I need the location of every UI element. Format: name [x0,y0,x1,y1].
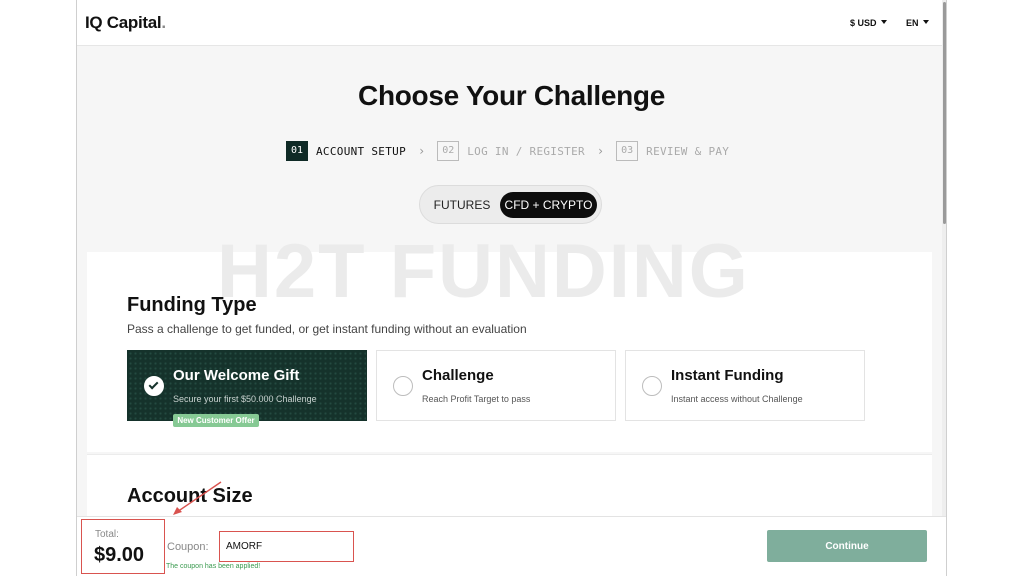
page-title: Choose Your Challenge [358,80,665,111]
step-1-number: 01 [286,141,308,161]
step-2-number: 02 [437,141,460,161]
radio-icon [642,376,662,396]
funding-type-subtitle: Pass a challenge to get funded, or get i… [127,322,527,336]
option-welcome-gift[interactable]: Our Welcome Gift Secure your first $50.0… [127,350,367,421]
coupon-success-message: The coupon has been applied! [166,563,261,570]
option-challenge[interactable]: Challenge Reach Profit Target to pass [376,350,616,421]
total-panel: Total: $9.00 [81,519,165,574]
option-description: Reach Profit Target to pass [422,394,531,404]
logo-dot: . [161,13,166,32]
currency-label: $ USD [850,18,877,28]
total-value: $9.00 [94,544,145,566]
language-label: EN [906,18,919,28]
option-title: Our Welcome Gift [173,367,300,384]
check-circle-icon [144,376,164,396]
new-customer-badge: New Customer Offer [173,414,259,427]
market-toggle: FUTURES CFD + CRYPTO [419,185,602,224]
total-label: Total: [95,529,119,540]
brand-logo[interactable]: IQ Capital. [85,13,166,33]
step-1-label: ACCOUNT SETUP [316,144,406,158]
toggle-cfd-crypto[interactable]: CFD + CRYPTO [500,192,597,218]
coupon-label: Coupon: [167,541,209,553]
currency-selector[interactable]: $ USD [850,18,887,28]
option-title: Challenge [422,367,494,384]
funding-type-title: Funding Type [127,294,257,316]
caret-down-icon [880,20,887,24]
radio-icon [393,376,413,396]
chevron-right-icon: › [596,144,605,158]
step-3-number: 03 [616,141,639,161]
option-title: Instant Funding [671,367,784,384]
coupon-input[interactable] [226,538,346,555]
logo-text: IQ Capital [85,13,162,32]
chevron-right-icon: › [418,144,426,158]
option-instant-funding[interactable]: Instant Funding Instant access without C… [625,350,865,421]
continue-button[interactable]: Continue [767,530,927,562]
toggle-futures[interactable]: FUTURES [426,192,498,218]
checkout-steps: 01 ACCOUNT SETUP › 02 LOG IN / REGISTER … [286,140,729,162]
step-3-label: REVIEW & PAY [646,144,730,158]
option-description: Instant access without Challenge [671,394,803,404]
coupon-field[interactable] [219,531,354,562]
language-selector[interactable]: EN [906,18,929,28]
account-size-title: Account Size [127,485,253,507]
scrollbar-thumb[interactable] [943,2,946,224]
option-description: Secure your first $50.000 Challenge [173,394,317,404]
caret-down-icon [922,20,929,24]
step-2-label: LOG IN / REGISTER [467,144,585,158]
browser-viewport: IQ Capital. $ USD EN Choose Your Challen… [76,0,947,576]
top-navbar: IQ Capital. $ USD EN [77,0,946,46]
